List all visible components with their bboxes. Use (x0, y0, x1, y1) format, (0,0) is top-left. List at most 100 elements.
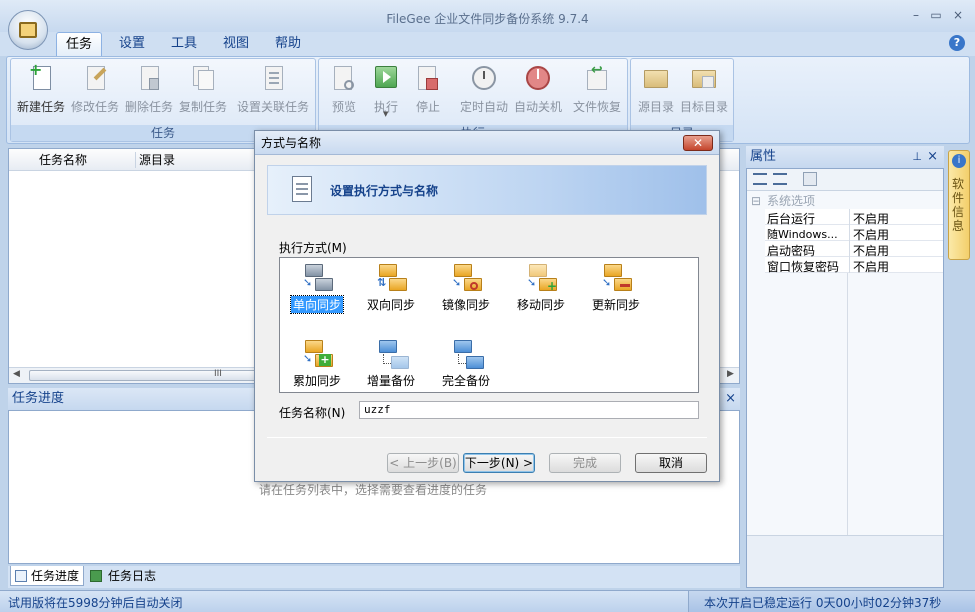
progress-close-icon[interactable]: × (725, 388, 736, 410)
mode-list[interactable]: ➘ 单向同步 ⇅ 双向同步 ➘ 镜像同步 ➘ + 移动同步 ➘ 更新同步 ➘ + 累… (279, 257, 699, 393)
mode-incremental-backup[interactable]: 增量备份 (360, 338, 422, 389)
property-grid: 后台运行 不启用 随Windows... 不启用 启动密码 不启用 窗口恢复密码 不启用 (765, 209, 943, 274)
tab-settings[interactable]: 设置 (110, 32, 154, 56)
property-pages-icon[interactable] (803, 172, 817, 186)
task-name-input[interactable]: uzzf (359, 401, 699, 419)
bottom-tab-bar: 任务进度 任务日志 (8, 566, 740, 588)
info-icon: i (952, 154, 966, 168)
new-task-button[interactable]: + 新建任务 (14, 60, 68, 120)
column-source-dir[interactable]: 源目录 (139, 149, 175, 171)
method-name-dialog: 方式与名称 ✕ 设置执行方式与名称 执行方式(M) ➘ 单向同步 ⇅ 双向同步 … (254, 130, 720, 482)
target-folder-button[interactable]: 目标目录 (678, 64, 730, 120)
tab-task[interactable]: 任务 (56, 32, 102, 56)
mode-label: 执行方式(M) (279, 241, 347, 255)
trial-status: 试用版将在5998分钟后自动关闭 (8, 596, 183, 610)
next-button[interactable]: 下一步(N) > (463, 453, 535, 473)
status-bar: 试用版将在5998分钟后自动关闭 本次开启已稳定运行 0天00小时02分钟37秒 (0, 590, 975, 612)
scroll-right-icon[interactable]: ▶ (727, 369, 734, 379)
software-info-tab[interactable]: i 软件信息 (948, 150, 970, 260)
minimize-button[interactable]: – (908, 8, 924, 22)
properties-header: 属性 ⊥ × (746, 146, 944, 168)
edit-task-icon (83, 64, 107, 92)
mode-accumulate-sync[interactable]: ➘ + 累加同步 (286, 338, 348, 389)
column-divider (847, 273, 848, 535)
property-row[interactable]: 窗口恢复密码 不启用 (765, 257, 943, 274)
app-logo-icon (19, 22, 37, 38)
log-tab-icon (90, 570, 102, 582)
mode-move-sync[interactable]: ➘ + 移动同步 (510, 262, 572, 313)
file-restore-button[interactable]: ↩ 文件恢复 (570, 62, 624, 120)
dialog-title-bar: 方式与名称 (255, 131, 719, 155)
delete-task-button[interactable]: 删除任务 (122, 64, 176, 120)
edit-task-button[interactable]: 修改任务 (68, 64, 122, 120)
two-way-sync-icon: ⇅ (373, 262, 409, 294)
stop-icon (416, 64, 440, 92)
one-way-sync-icon: ➘ (299, 262, 335, 294)
mode-full-backup[interactable]: 完全备份 (435, 338, 497, 389)
document-icon (292, 176, 312, 202)
column-task-name[interactable]: 任务名称 (39, 149, 87, 171)
tab-tools[interactable]: 工具 (162, 32, 206, 56)
dialog-close-button[interactable]: ✕ (683, 135, 713, 151)
move-sync-icon: ➘ + (523, 262, 559, 294)
alphabetical-icon[interactable] (773, 173, 787, 185)
mode-one-way-sync[interactable]: ➘ 单向同步 (286, 262, 348, 314)
property-row[interactable]: 随Windows... 不启用 (765, 225, 943, 242)
source-folder-icon (644, 64, 668, 92)
cancel-button[interactable]: 取消 (635, 453, 707, 473)
categorized-icon[interactable] (753, 173, 767, 185)
run-button[interactable]: 执行 ▼ (366, 64, 406, 120)
software-info-label: 软件信息 (952, 177, 965, 233)
maximize-button[interactable]: ▭ (928, 8, 944, 22)
dropdown-arrow-icon: ▼ (383, 110, 389, 118)
progress-hint: 请在任务列表中，选择需要查看进度的任务 (259, 483, 488, 497)
timer-button[interactable]: 定时自动 (456, 64, 512, 120)
preview-button[interactable]: 预览 (322, 64, 366, 120)
new-task-icon: + (29, 60, 53, 92)
link-task-icon (261, 64, 285, 92)
tab-task-progress[interactable]: 任务进度 (10, 566, 84, 586)
mode-mirror-sync[interactable]: ➘ 镜像同步 (435, 262, 497, 313)
category-row[interactable]: ⊟ 系统选项 (747, 193, 943, 209)
pin-icon[interactable]: ⊥ (912, 146, 922, 168)
accumulate-sync-icon: ➘ + (299, 338, 335, 370)
restore-icon: ↩ (585, 62, 609, 92)
tab-view[interactable]: 视图 (214, 32, 258, 56)
mode-update-sync[interactable]: ➘ 更新同步 (585, 262, 647, 313)
dialog-divider (267, 437, 707, 438)
prev-button[interactable]: < 上一步(B) (387, 453, 459, 473)
task-name-label: 任务名称(N) (279, 406, 346, 420)
update-sync-icon: ➘ (598, 262, 634, 294)
progress-pane-title: 任务进度 (12, 391, 65, 406)
scroll-left-icon[interactable]: ◀ (13, 369, 20, 379)
banner-title: 设置执行方式与名称 (330, 184, 439, 198)
property-row[interactable]: 后台运行 不启用 (765, 209, 943, 226)
auto-shutdown-button[interactable]: 自动关机 (510, 64, 566, 120)
help-icon[interactable]: ? (949, 35, 965, 51)
collapse-icon[interactable]: ⊟ (751, 193, 761, 209)
link-task-button[interactable]: 设置关联任务 (234, 64, 312, 120)
finish-button[interactable]: 完成 (549, 453, 621, 473)
copy-task-icon (191, 64, 215, 92)
preview-icon (332, 64, 356, 92)
properties-close-icon[interactable]: × (927, 146, 938, 168)
runtime-status: 本次开启已稳定运行 0天00小时02分钟37秒 (704, 596, 942, 610)
tab-help[interactable]: 帮助 (266, 32, 310, 56)
mode-two-way-sync[interactable]: ⇅ 双向同步 (360, 262, 422, 313)
stop-button[interactable]: 停止 (408, 64, 448, 120)
column-divider (135, 152, 136, 168)
copy-task-button[interactable]: 复制任务 (176, 64, 230, 120)
dialog-title: 方式与名称 (261, 136, 322, 150)
shutdown-icon (526, 64, 550, 92)
close-button[interactable]: × (950, 8, 966, 22)
scroll-grip: III (214, 369, 222, 379)
property-description (747, 535, 943, 587)
properties-pane: ⊟ 系统选项 后台运行 不启用 随Windows... 不启用 启动密码 不启用 窗口… (746, 168, 944, 588)
app-menu-button[interactable] (8, 10, 48, 50)
run-icon (374, 64, 398, 92)
progress-tab-icon (15, 570, 27, 582)
source-folder-button[interactable]: 源目录 (634, 64, 678, 120)
tab-task-log[interactable]: 任务日志 (88, 566, 162, 586)
property-row[interactable]: 启动密码 不启用 (765, 241, 943, 258)
delete-task-icon (137, 64, 161, 92)
